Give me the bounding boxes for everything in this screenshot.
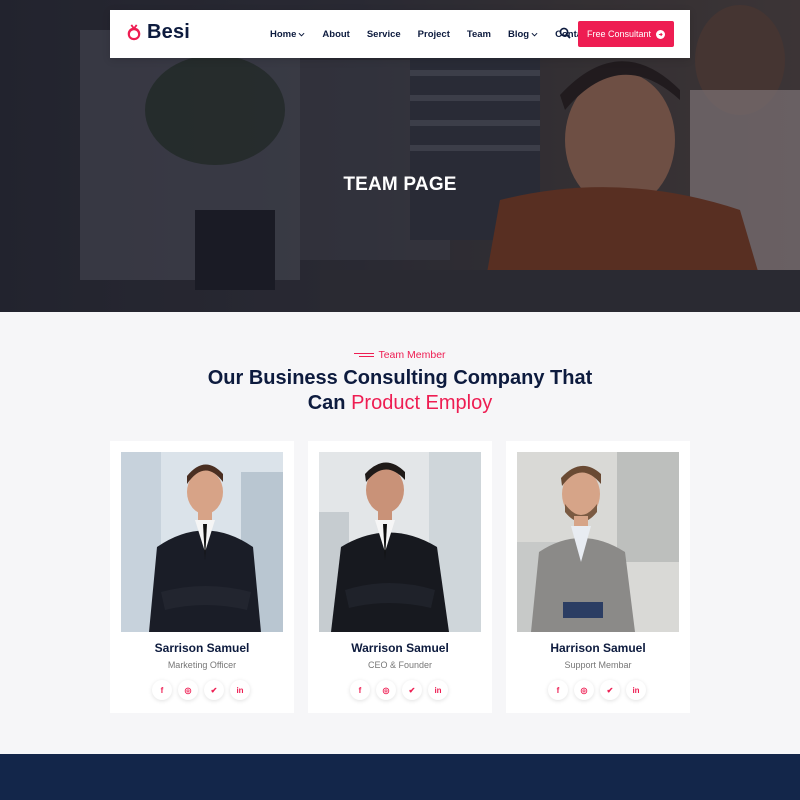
social-links: f ◎ ✔ in [152, 680, 256, 700]
instagram-icon[interactable]: ◎ [178, 680, 198, 700]
team-photo [517, 452, 679, 632]
twitter-icon[interactable]: ✔ [402, 680, 422, 700]
twitter-icon[interactable]: ✔ [600, 680, 620, 700]
nav-service-label: Service [366, 28, 401, 40]
nav-project[interactable]: Project [418, 29, 450, 40]
search-icon[interactable] [559, 27, 571, 39]
twitter-icon[interactable]: ✔ [204, 680, 224, 700]
team-card: Sarrison Samuel Marketing Officer f ◎ ✔ … [110, 441, 294, 713]
nav-blog-label: Blog [508, 28, 530, 40]
heading-line-2-prefix: Can [307, 392, 352, 414]
nav-project-label: Project [417, 28, 450, 40]
footer-band [0, 754, 800, 800]
chevron-down-icon [298, 32, 305, 37]
member-name: Warrison Samuel [351, 641, 449, 655]
cta-label: Free Consultant [586, 29, 652, 39]
social-links: f ◎ ✔ in [548, 680, 652, 700]
nav-home-label: Home [270, 28, 297, 40]
team-photo [319, 452, 481, 632]
member-role: Support Membar [564, 660, 632, 670]
heading-line-1: Our Business Consulting Company That [207, 367, 593, 389]
facebook-icon[interactable]: f [548, 680, 568, 700]
nav-team-label: Team [466, 28, 491, 40]
chevron-down-icon [531, 32, 538, 37]
facebook-icon[interactable]: f [152, 680, 172, 700]
facebook-icon[interactable]: f [350, 680, 370, 700]
nav-team[interactable]: Team [467, 29, 491, 40]
nav-service[interactable]: Service [367, 29, 401, 40]
team-photo [121, 452, 283, 632]
sub-label-text: Team Member [378, 349, 446, 361]
nav-home[interactable]: Home [270, 29, 305, 40]
team-card: Warrison Samuel CEO & Founder f ◎ ✔ in [308, 441, 492, 713]
member-role: Marketing Officer [167, 660, 237, 670]
instagram-icon[interactable]: ◎ [574, 680, 594, 700]
nav-about-label: About [322, 28, 350, 40]
nav-about[interactable]: About [322, 29, 349, 40]
member-name: Harrison Samuel [550, 641, 646, 655]
social-links: f ◎ ✔ in [350, 680, 454, 700]
instagram-icon[interactable]: ◎ [376, 680, 396, 700]
brand-name: Besi [147, 21, 191, 43]
heading-line-2: Can Product Employ [0, 391, 800, 416]
member-name: Sarrison Samuel [154, 641, 250, 655]
section-heading: Our Business Consulting Company That Can… [0, 366, 800, 416]
linkedin-icon[interactable]: in [230, 680, 250, 700]
double-dash-icon [354, 353, 375, 357]
page-title: TEAM PAGE [343, 174, 457, 195]
logo-icon [127, 23, 141, 40]
main-menu: Home About Service Project Team Blog Con… [270, 10, 607, 58]
linkedin-icon[interactable]: in [626, 680, 646, 700]
arrow-right-circle-icon [656, 29, 666, 39]
free-consultant-button[interactable]: Free Consultant [578, 21, 674, 47]
member-role: CEO & Founder [367, 660, 433, 670]
nav-blog[interactable]: Blog [508, 29, 538, 40]
top-navbar: Besi Home About Service Project Team Blo… [110, 10, 690, 58]
linkedin-icon[interactable]: in [428, 680, 448, 700]
team-card: Harrison Samuel Support Membar f ◎ ✔ in [506, 441, 690, 713]
brand-logo[interactable]: Besi [125, 21, 190, 44]
section-sub-label: Team Member [0, 349, 800, 361]
heading-accent: Product Employ [351, 392, 493, 414]
